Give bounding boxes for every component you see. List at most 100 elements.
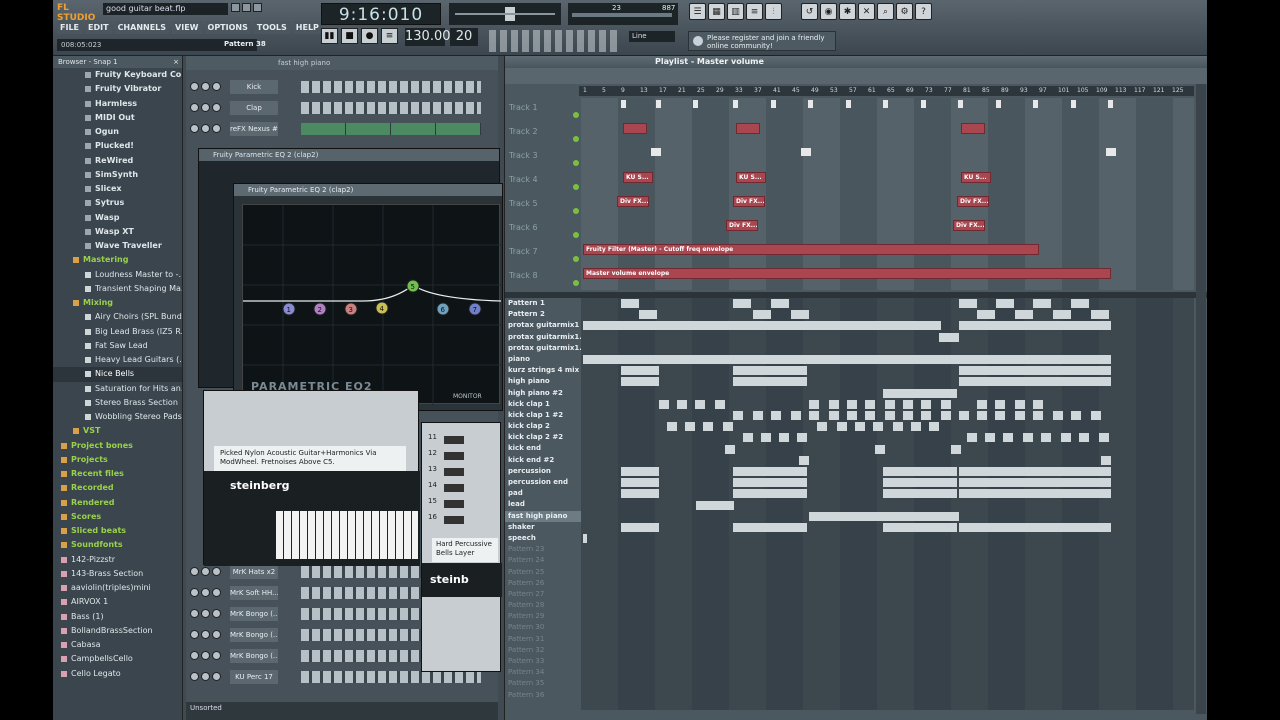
transport-button[interactable]: ● [361,28,378,44]
automation-marker[interactable] [1071,100,1076,108]
pattern-block[interactable] [715,399,725,409]
channel-knob[interactable] [190,630,199,639]
channel-knob[interactable] [190,103,199,112]
browser-item[interactable]: Project bones [53,439,182,453]
pattern-block[interactable] [995,411,1005,420]
pattern-block[interactable] [733,377,807,387]
pattern-name[interactable]: Pattern 36 [505,690,581,701]
pattern-block[interactable] [1071,299,1089,308]
pattern-block[interactable] [855,422,865,432]
pattern-name[interactable]: high piano #2 [505,388,581,399]
browser-item[interactable]: VST [53,424,182,438]
slot-row[interactable]: 13 [424,465,498,479]
browser-item[interactable]: Heavy Lead Guitars (... [53,353,182,367]
pattern-block[interactable] [959,489,1111,499]
transport-button[interactable]: ■ [341,28,358,44]
pattern-block[interactable] [1053,310,1071,320]
channel-knob[interactable] [201,651,210,660]
track-mute-led[interactable] [573,160,579,166]
track-6-clip[interactable]: Div FX... [726,220,758,231]
pattern-block[interactable] [583,321,941,331]
pattern-block[interactable] [959,411,969,420]
pattern-block[interactable] [797,433,807,443]
pattern-name[interactable]: kick clap 2 #2 [505,432,581,443]
channel-knob[interactable] [212,103,221,112]
pattern-block[interactable] [621,478,659,488]
pattern-block[interactable] [753,310,771,320]
browser-item[interactable]: Fruity Vibrator [53,82,182,96]
pattern-block[interactable] [959,523,1111,532]
track-header[interactable]: Track 8 [505,266,581,290]
channel-graph[interactable] [301,123,481,135]
slot-row[interactable]: 15 [424,497,498,511]
pattern-block[interactable] [1091,411,1101,420]
pattern-name[interactable]: piano [505,354,581,365]
pattern-block[interactable] [1061,433,1071,443]
pattern-block[interactable] [939,332,959,342]
pattern-block[interactable] [703,422,713,432]
pattern-block[interactable] [583,534,587,544]
browser-item[interactable]: Cello Legato [53,667,182,681]
browser-item[interactable]: Wasp [53,211,182,225]
track-header[interactable]: Track 7 [505,242,581,266]
pattern-block[interactable] [817,422,827,432]
pattern-block[interactable] [733,489,807,499]
channel-knob[interactable] [212,630,221,639]
pattern-name[interactable]: percussion end [505,477,581,488]
browser-item[interactable]: Mixing [53,296,182,310]
channel-knob[interactable] [190,588,199,597]
track-4-clip[interactable]: KU S... [961,172,991,183]
instrument-plugin-window-2[interactable]: 11 12 13 14 15 16 Hard Percussive Bells Layer… [421,422,502,672]
browser-item[interactable]: BollandBrassSection [53,624,182,638]
pattern-name[interactable]: fast high piano [505,510,581,522]
track-header[interactable]: Track 1 [505,98,581,122]
pattern-name[interactable]: kick clap 1 [505,399,581,410]
pattern-block[interactable] [1015,399,1025,409]
browser-item[interactable]: Harmless [53,97,182,111]
pattern-name[interactable]: Pattern 30 [505,622,581,633]
pattern-name[interactable]: Pattern 23 [505,544,581,555]
pattern-block[interactable] [621,366,659,376]
step-buttons[interactable] [301,671,481,683]
pattern-block[interactable] [1015,411,1025,420]
channel-knob[interactable] [201,103,210,112]
pattern-name[interactable]: kick end [505,443,581,454]
browser-item[interactable]: Stereo Brass Section [53,396,182,410]
pattern-block[interactable] [659,399,669,409]
transport-button[interactable]: ▮▮ [321,28,338,44]
channel-name-button[interactable]: reFX Nexus #7 [230,122,278,136]
track-header[interactable]: Track 3 [505,146,581,170]
pattern-block[interactable] [791,310,809,320]
channel-knob[interactable] [212,609,221,618]
browser-item[interactable]: MIDI Out [53,111,182,125]
browser-item[interactable]: Scores [53,510,182,524]
pattern-block[interactable] [847,399,857,409]
browser-item[interactable]: Sytrus [53,196,182,210]
browser-item[interactable]: AIRVOX 1 [53,595,182,609]
pattern-block[interactable] [753,411,763,420]
slot-row[interactable]: 14 [424,481,498,495]
browser-item[interactable]: Wobbling Stereo Pads [53,410,182,424]
automation-marker[interactable] [621,100,626,108]
track-grid[interactable]: KU S... KU S... KU S... Div FX... Div FX... D… [581,98,1194,290]
automation-marker[interactable] [1108,100,1113,108]
track-mute-led[interactable] [573,112,579,118]
channel-name-button[interactable]: Kick [230,80,278,94]
channel-row[interactable]: Clap [186,99,498,117]
channel-name-button[interactable]: MrK Hats x2 [230,565,278,579]
pattern-name[interactable]: lead [505,499,581,510]
channel-knob[interactable] [212,82,221,91]
pattern-block[interactable] [733,523,807,532]
pattern-block[interactable] [1099,433,1109,443]
pattern-block[interactable] [959,377,1111,387]
track-mute-led[interactable] [573,256,579,262]
pattern-grid[interactable] [581,298,1194,710]
browser-item[interactable]: Wave Traveller [53,239,182,253]
pattern-block[interactable] [733,467,807,476]
pattern-block[interactable] [723,422,733,432]
pattern-block[interactable] [621,523,659,532]
pattern-block[interactable] [829,411,839,420]
browser-item[interactable]: Ogun [53,125,182,139]
track-mute-led[interactable] [573,208,579,214]
pattern-block[interactable] [977,310,995,320]
